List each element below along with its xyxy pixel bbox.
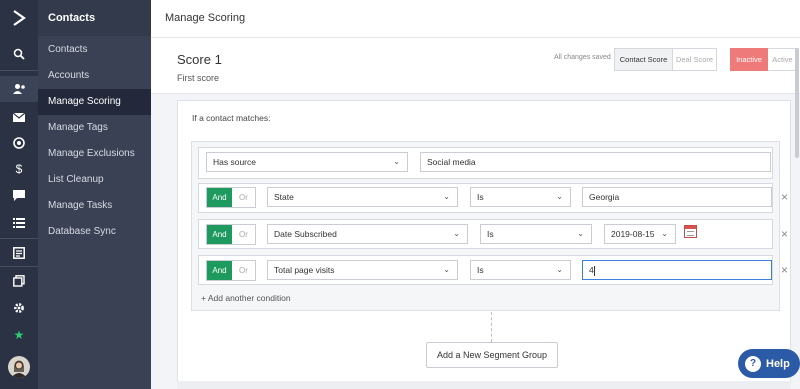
and-button[interactable]: And xyxy=(207,188,232,207)
subnav-item-manage-tags[interactable]: Manage Tags xyxy=(38,115,151,141)
inactive-toggle[interactable]: Inactive xyxy=(730,48,768,71)
and-or-toggle[interactable]: And Or xyxy=(206,187,256,208)
condition-value-input[interactable]: Georgia xyxy=(582,187,772,207)
add-segment-group-button[interactable]: Add a New Segment Group xyxy=(426,342,558,368)
dollar-icon[interactable]: $ xyxy=(0,156,38,182)
subnav-title: Contacts xyxy=(38,0,151,36)
date-input[interactable]: 2019-08-15 ⌄ xyxy=(604,224,676,244)
condition-field-value: Total page visits xyxy=(274,265,335,275)
subnav-item-database-sync[interactable]: Database Sync xyxy=(38,219,151,245)
top-bar: Manage Scoring xyxy=(151,0,800,38)
condition-value-input[interactable]: Social media xyxy=(420,152,771,172)
question-icon: ? xyxy=(745,355,761,372)
condition-operator-value: Is xyxy=(477,192,484,202)
chevron-down-icon: ⌄ xyxy=(453,229,460,238)
date-value: 2019-08-15 xyxy=(611,229,655,239)
group-connector xyxy=(491,312,492,342)
and-button[interactable]: And xyxy=(207,225,232,244)
help-button[interactable]: ? Help xyxy=(738,349,800,378)
target-icon[interactable] xyxy=(0,130,38,156)
score-description[interactable]: First score xyxy=(177,73,219,83)
and-button[interactable]: And xyxy=(207,261,232,280)
subnav-item-contacts[interactable]: Contacts xyxy=(38,37,151,63)
chevron-down-icon: ⌄ xyxy=(661,229,668,238)
or-button[interactable]: Or xyxy=(231,261,255,280)
subnav-item-manage-exclusions[interactable]: Manage Exclusions xyxy=(38,141,151,167)
condition-operator-select[interactable]: Is ⌄ xyxy=(480,224,592,244)
deal-score-tab[interactable]: Deal Score xyxy=(673,48,717,71)
calendar-icon[interactable] xyxy=(684,225,697,238)
condition-value-input[interactable]: 4 xyxy=(582,260,772,280)
and-or-toggle[interactable]: And Or xyxy=(206,260,256,281)
score-header: Score 1 First score All changes saved Co… xyxy=(151,38,800,94)
page-title: Manage Scoring xyxy=(165,12,246,24)
condition-field-select[interactable]: State ⌄ xyxy=(267,187,458,207)
star-icon[interactable]: ★ xyxy=(0,322,38,348)
gear-icon[interactable] xyxy=(0,295,38,321)
chevron-down-icon: ⌄ xyxy=(393,157,400,166)
pages-icon[interactable] xyxy=(0,268,38,294)
help-label: Help xyxy=(766,357,790,370)
condition-operator-value: Is xyxy=(477,265,484,275)
contacts-subnav: Contacts Contacts Accounts Manage Scorin… xyxy=(38,0,151,389)
condition-field-value: State xyxy=(274,192,294,202)
chevron-down-icon: ⌄ xyxy=(577,229,584,238)
contacts-icon[interactable] xyxy=(0,76,38,102)
condition-field-select[interactable]: Date Subscribed ⌄ xyxy=(267,224,468,244)
condition-operator-select[interactable]: Is ⌄ xyxy=(470,260,571,280)
or-button[interactable]: Or xyxy=(231,188,255,207)
subnav-item-list-cleanup[interactable]: List Cleanup xyxy=(38,167,151,193)
scrollbar[interactable] xyxy=(794,40,800,340)
chevron-down-icon: ⌄ xyxy=(556,192,563,201)
logo-icon[interactable] xyxy=(0,0,38,36)
remove-condition-icon[interactable]: × xyxy=(781,190,788,204)
list-icon[interactable] xyxy=(0,210,38,236)
matches-label: If a contact matches: xyxy=(192,113,271,123)
add-condition-link[interactable]: + Add another condition xyxy=(201,293,291,303)
search-icon[interactable] xyxy=(0,41,38,67)
score-name[interactable]: Score 1 xyxy=(177,52,222,67)
save-status: All changes saved xyxy=(554,54,611,61)
chevron-down-icon: ⌄ xyxy=(556,265,563,274)
email-icon[interactable] xyxy=(0,104,38,130)
condition-field-value: Has source xyxy=(213,157,256,167)
chevron-down-icon: ⌄ xyxy=(443,265,450,274)
condition-field-value: Date Subscribed xyxy=(274,229,337,239)
subnav-item-accounts[interactable]: Accounts xyxy=(38,63,151,89)
remove-condition-icon[interactable]: × xyxy=(781,263,788,277)
icon-rail: $ ★ xyxy=(0,0,38,389)
condition-field-select[interactable]: Has source ⌄ xyxy=(206,152,408,172)
panel-footer xyxy=(177,381,791,389)
chat-icon[interactable] xyxy=(0,182,38,208)
chevron-down-icon: ⌄ xyxy=(443,192,450,201)
report-icon[interactable] xyxy=(0,240,38,266)
condition-operator-select[interactable]: Is ⌄ xyxy=(470,187,571,207)
contact-score-tab[interactable]: Contact Score xyxy=(614,48,673,71)
subnav-item-manage-scoring[interactable]: Manage Scoring xyxy=(38,89,151,115)
condition-operator-value: Is xyxy=(487,229,494,239)
subnav-item-manage-tasks[interactable]: Manage Tasks xyxy=(38,193,151,219)
remove-condition-icon[interactable]: × xyxy=(781,227,788,241)
and-or-toggle[interactable]: And Or xyxy=(206,224,256,245)
condition-field-select[interactable]: Total page visits ⌄ xyxy=(267,260,458,280)
avatar[interactable] xyxy=(8,356,30,378)
or-button[interactable]: Or xyxy=(231,225,255,244)
